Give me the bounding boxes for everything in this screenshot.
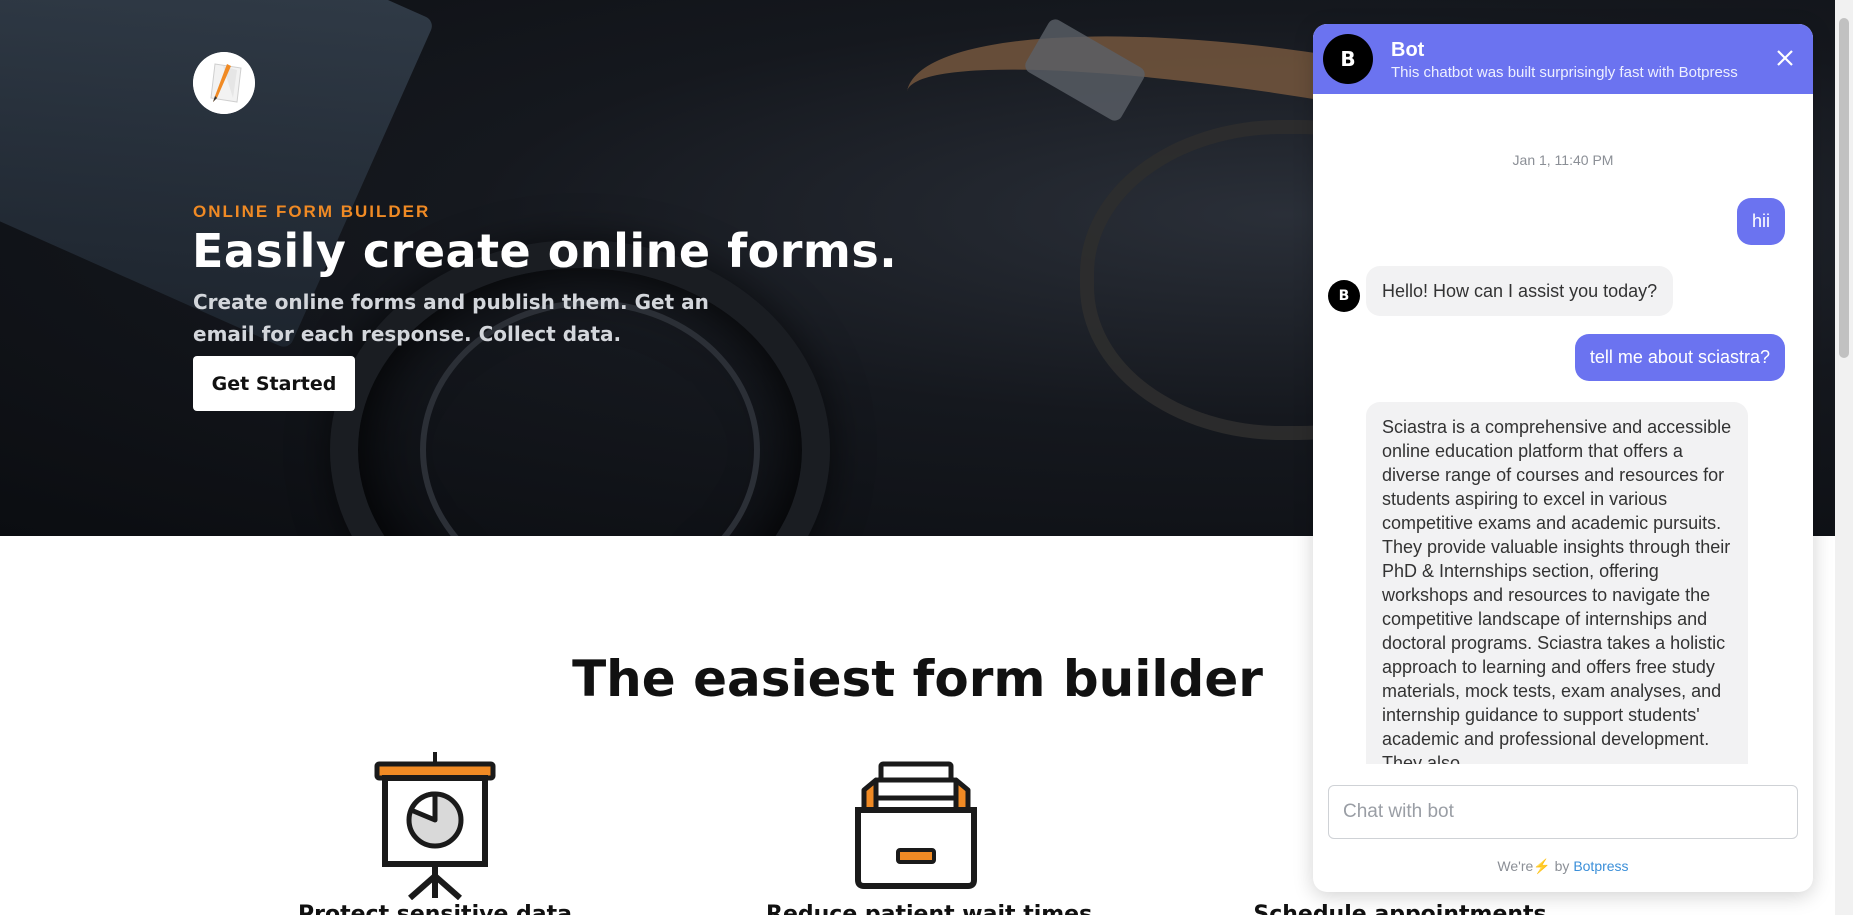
get-started-button[interactable]: Get Started — [193, 356, 355, 411]
feature-protect-data: Protect sensitive data — [285, 750, 585, 915]
powered-prefix: We're — [1497, 858, 1534, 874]
powered-by-text: by — [1554, 858, 1570, 874]
page: ONLINE FORM BUILDER Easily create online… — [0, 0, 1853, 915]
powered-by: We're⚡ by Botpress — [1313, 858, 1813, 875]
pencil-paper-logo-icon — [193, 52, 255, 114]
feature-label: Reduce patient wait times — [766, 902, 1093, 915]
site-logo[interactable] — [193, 52, 255, 114]
feature-label: Schedule appointments — [1253, 902, 1547, 915]
bot-avatar: B — [1323, 34, 1373, 84]
user-message: tell me about sciastra? — [1574, 334, 1785, 381]
feature-label: Protect sensitive data — [298, 902, 572, 915]
bot-message: Sciastra is a comprehensive and accessib… — [1366, 402, 1748, 764]
hero-subtitle: Create online forms and publish them. Ge… — [193, 290, 709, 346]
chat-header: B Bot This chatbot was built surprisingl… — [1313, 24, 1813, 94]
hero-title: Easily create online forms. — [192, 224, 898, 278]
lightning-icon: ⚡ — [1533, 858, 1551, 874]
bot-name: Bot — [1391, 39, 1425, 61]
bot-message-avatar: B — [1328, 280, 1360, 312]
botpress-link[interactable]: Botpress — [1573, 858, 1628, 874]
user-message: hii — [1736, 198, 1785, 245]
file-drawer-icon — [855, 761, 977, 889]
bot-message: Hello! How can I assist you today? — [1366, 266, 1674, 316]
close-icon[interactable] — [1775, 48, 1795, 68]
feature-reduce-wait: Reduce patient wait times — [766, 750, 1092, 915]
scrollbar-thumb[interactable] — [1839, 18, 1849, 358]
page-scrollbar[interactable] — [1835, 0, 1853, 915]
presentation-chart-icon — [374, 752, 496, 900]
message-timestamp: Jan 1, 11:40 PM — [1512, 152, 1614, 168]
chat-input[interactable] — [1328, 785, 1798, 839]
chat-messages[interactable]: Jan 1, 11:40 PM hii B Hello! How can I a… — [1313, 94, 1813, 764]
bot-description: This chatbot was built surprisingly fast… — [1391, 64, 1738, 81]
chat-widget: B Bot This chatbot was built surprisingl… — [1313, 24, 1813, 892]
hero-eyebrow: ONLINE FORM BUILDER — [193, 202, 431, 221]
